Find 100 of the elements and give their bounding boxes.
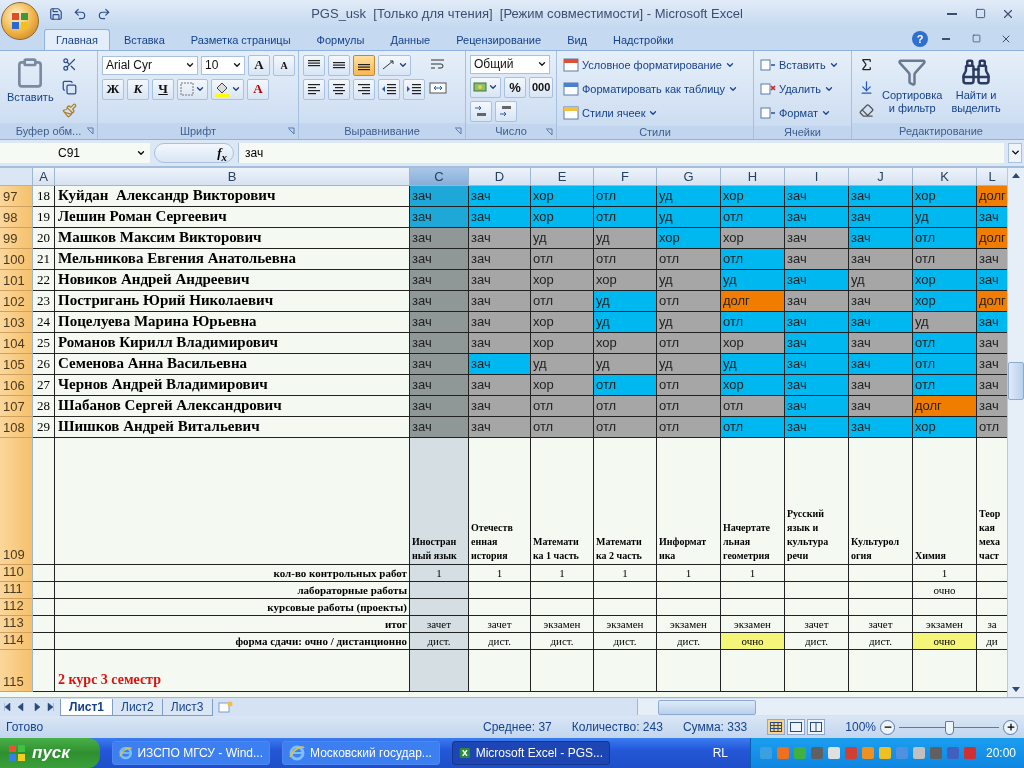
grid-icon [770,722,783,732]
decrease-decimal-button[interactable] [495,100,517,122]
currency-button[interactable] [470,76,501,98]
font-color-button[interactable]: A [247,78,269,100]
bold-button[interactable]: Ж [102,78,124,100]
zoom-slider-thumb[interactable] [945,720,954,735]
table-cell: экзамен [657,615,721,633]
grade-cell: хор [913,269,977,291]
ribbon-tab[interactable]: Формулы [304,28,377,50]
view-button[interactable] [787,719,806,735]
paste-button[interactable]: Вставить [4,54,57,121]
increase-decimal-button[interactable] [470,100,492,122]
taskbar-button[interactable]: ИЗСПО МГСУ - Wind... [112,741,270,765]
grade-cell: зач [410,227,469,249]
scroll-thumb[interactable] [1008,361,1024,400]
grade-cell: зач [785,395,849,417]
row-header[interactable]: 98 [0,206,33,228]
horizontal-scrollbar[interactable] [637,699,1024,716]
zoom-in-button[interactable] [1003,719,1018,735]
ribbon-tab[interactable]: Рецензирование [444,28,554,50]
number-format-field[interactable]: Общий [470,54,550,74]
grade-cell: хор [657,227,721,249]
row-header[interactable]: 104 [0,332,33,354]
percent-button[interactable]: % [504,76,526,98]
underline-button[interactable]: Ч [152,78,174,100]
horizontal-align-button[interactable] [328,78,350,100]
styles-menu-button[interactable]: Стили ячеек [561,102,741,124]
cells-menu-button[interactable]: Вставить [758,54,841,76]
grade-cell: уд [913,206,977,228]
ribbon-tab[interactable]: Главная [44,28,110,50]
row-header[interactable]: 108 [0,416,33,438]
row-header[interactable]: 107 [0,395,33,417]
font-name-field[interactable]: Arial Cyr [102,55,198,75]
taskbar-button[interactable]: Microsoft Excel - PGS... [452,741,610,765]
cells-menu-button[interactable]: Удалить [758,78,841,100]
formula-field[interactable]: зач [238,142,1004,163]
orientation-button[interactable] [378,54,411,76]
thousands-button[interactable]: 000 [529,76,554,98]
zoom-out-button[interactable] [880,719,895,735]
row-header[interactable]: 105 [0,353,33,375]
ribbon-tab[interactable]: Разметка страницы [178,28,303,50]
vertical-scrollbar[interactable] [1007,167,1024,698]
cells-icon [760,58,776,73]
grade-cell: зач [785,269,849,291]
styles-menu-button[interactable]: Форматировать как таблицу [561,78,741,100]
tray-app-icon [860,746,875,760]
insert-function-button[interactable]: f$_{x}$ [154,142,234,163]
fill-color-button[interactable] [211,78,244,100]
vertical-align-button[interactable] [328,54,350,76]
grade-cell: зач [785,332,849,354]
find-select-button[interactable]: Найти и выделить [948,54,1004,121]
sheet-tab[interactable]: Лист2 [112,698,163,716]
diagonal-arrow-icon [381,59,397,72]
shrink-font-button[interactable]: A [273,54,295,76]
row-header[interactable]: 106 [0,374,33,396]
sheet-navigation-icon [4,703,54,712]
sheet-tab[interactable]: Лист3 [161,698,213,716]
view-button[interactable] [767,719,786,735]
expand-formula-button[interactable] [1008,142,1022,163]
ribbon-tab[interactable]: Вид [555,28,600,50]
vertical-align-button[interactable] [303,54,325,76]
horizontal-align-button[interactable] [303,78,325,100]
name-box[interactable]: C91 [0,142,150,163]
grade-cell: зач [849,206,913,228]
row-header[interactable]: 115 [0,649,33,692]
grow-font-button[interactable]: A [248,54,270,76]
row-header[interactable]: 103 [0,311,33,333]
decrease-indent-button[interactable] [378,78,400,100]
ribbon-tab[interactable]: Надстройки [601,28,686,50]
grade-cell: хор [531,311,594,333]
cells-menu-button[interactable]: Формат [758,102,841,124]
ribbon-tab[interactable]: Данные [378,28,443,50]
subject-header-cell: Химия [913,437,977,565]
view-button[interactable] [807,719,826,735]
vertical-align-button[interactable] [353,54,375,76]
ribbon-tab[interactable]: Вставка [111,28,177,50]
grade-cell: хор [721,227,785,249]
horizontal-align-button[interactable] [353,78,375,100]
increase-indent-button[interactable] [403,78,425,100]
row-header[interactable]: 102 [0,290,33,312]
row-header[interactable]: 109 [0,437,33,565]
italic-button[interactable]: К [127,78,149,100]
taskbar-button[interactable]: Московский государ... [282,741,440,765]
help-button[interactable]: ? [912,30,928,47]
sort-filter-button[interactable]: Сортировка и фильтр [879,54,946,121]
grade-cell: хор [913,290,977,312]
browser-icon [119,745,133,761]
align-lines-icon [307,83,321,96]
font-size-field[interactable]: 10 [201,55,245,75]
row-header[interactable]: 97 [0,185,33,207]
scroll-thumb[interactable] [658,699,756,715]
row-header[interactable]: 99 [0,227,33,249]
language-indicator[interactable]: RL [712,746,728,760]
tray-app-icon [911,746,926,760]
styles-menu-button[interactable]: Условное форматирование [561,54,741,76]
row-header[interactable]: 100 [0,248,33,270]
start-button[interactable]: пуск [0,738,100,768]
grade-cell: уд [594,353,657,375]
sheet-tab[interactable]: Лист1 [60,698,114,716]
row-header[interactable]: 101 [0,269,33,291]
